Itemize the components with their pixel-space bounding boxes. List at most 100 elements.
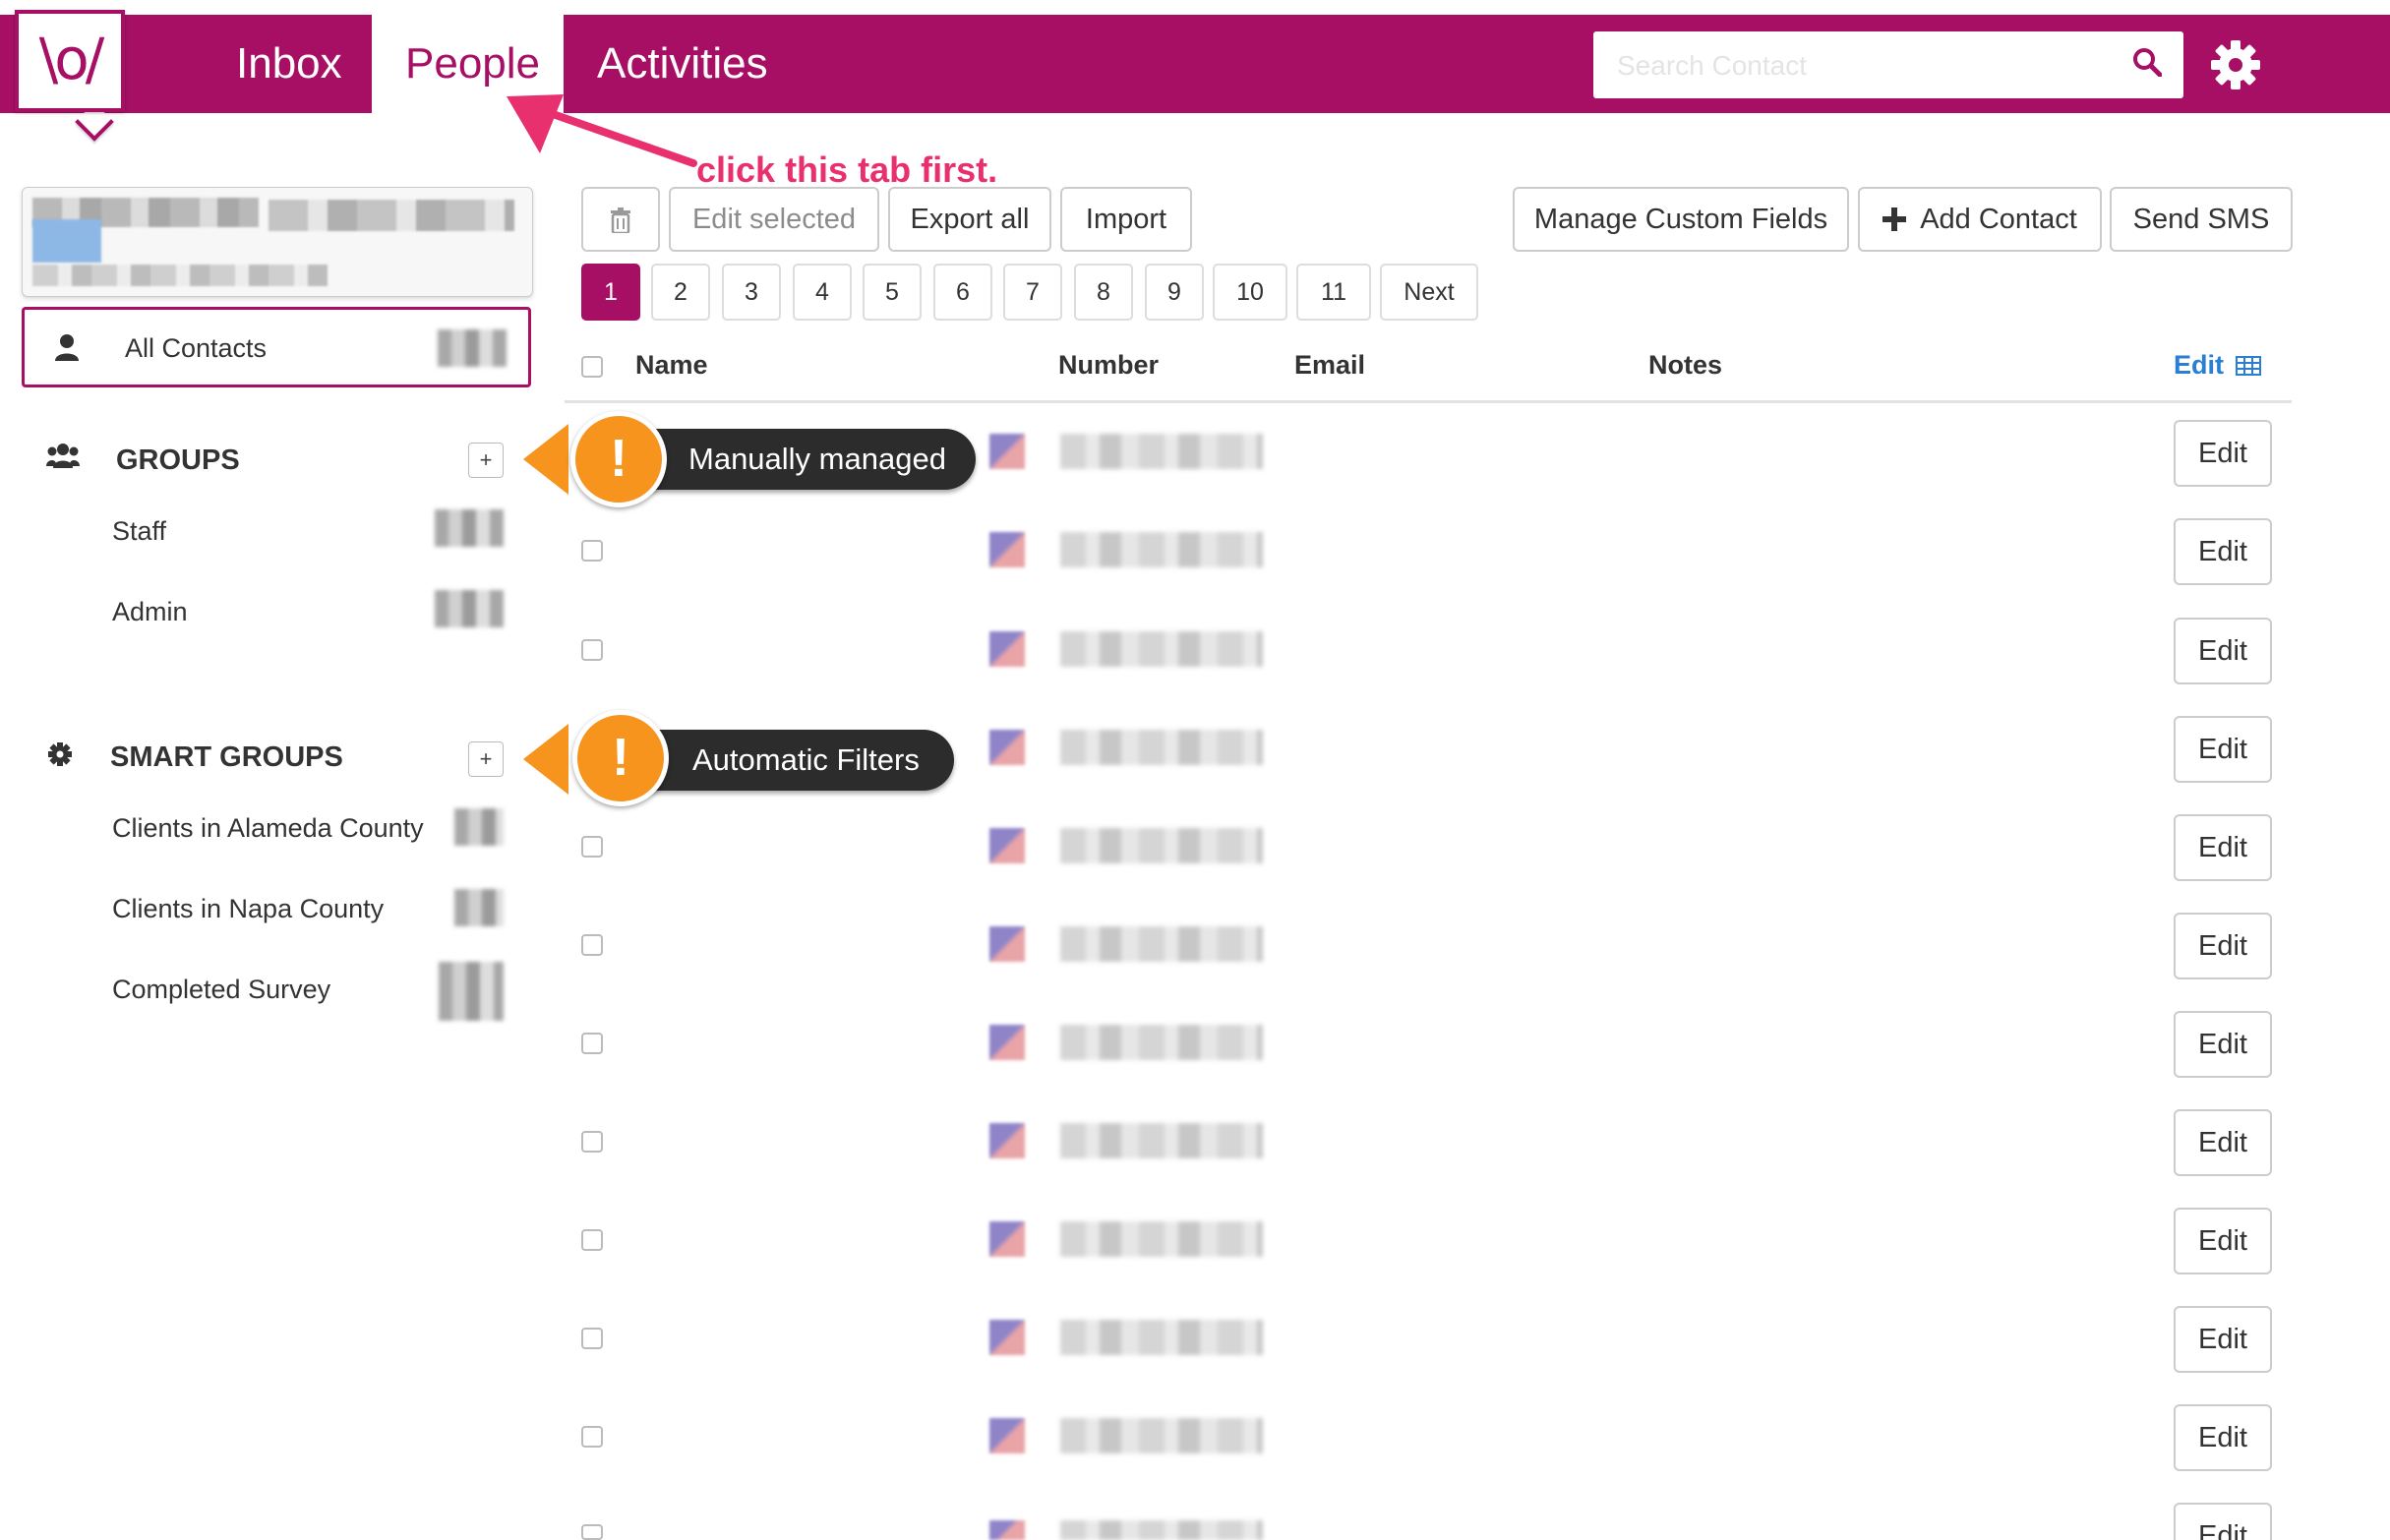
table-grid-icon xyxy=(2235,356,2261,376)
contact-avatar xyxy=(989,730,1025,765)
import-button[interactable]: Import xyxy=(1060,187,1192,252)
delete-button[interactable] xyxy=(581,187,660,252)
row-checkbox[interactable] xyxy=(581,1033,603,1054)
users-icon xyxy=(46,444,80,468)
add-contact-button[interactable]: Add Contact xyxy=(1858,187,2102,252)
add-smart-group-button[interactable]: + xyxy=(468,741,504,777)
annotation-text: click this tab first. xyxy=(696,149,998,190)
group-item-admin[interactable]: Admin xyxy=(112,597,188,627)
smart-group-item[interactable]: Clients in Napa County xyxy=(112,894,384,924)
tab-inbox[interactable]: Inbox xyxy=(236,15,342,113)
row-checkbox[interactable] xyxy=(581,1328,603,1349)
row-edit-button[interactable]: Edit xyxy=(2174,618,2272,684)
row-checkbox[interactable] xyxy=(581,1524,603,1540)
group-item-staff[interactable]: Staff xyxy=(112,516,166,547)
row-edit-button[interactable]: Edit xyxy=(2174,814,2272,881)
contact-number xyxy=(1060,434,1263,469)
page-button[interactable]: 8 xyxy=(1074,264,1133,321)
next-page-button[interactable]: Next xyxy=(1380,264,1478,321)
row-checkbox[interactable] xyxy=(581,1426,603,1448)
contact-number xyxy=(1060,1025,1263,1060)
row-edit-button[interactable]: Edit xyxy=(2174,1306,2272,1373)
edit-columns-label: Edit xyxy=(2174,350,2224,380)
edit-columns-link[interactable]: Edit xyxy=(2174,350,2261,381)
contact-avatar xyxy=(989,1320,1025,1355)
row-edit-button[interactable]: Edit xyxy=(2174,518,2272,585)
contact-number xyxy=(1060,828,1263,863)
trash-icon xyxy=(611,207,630,235)
row-edit-button[interactable]: Edit xyxy=(2174,1503,2272,1540)
smart-groups-heading: SMART GROUPS xyxy=(110,741,343,773)
cog-icon xyxy=(48,742,72,766)
column-header-email[interactable]: Email xyxy=(1294,350,1365,381)
row-edit-button[interactable]: Edit xyxy=(2174,1109,2272,1176)
page-button[interactable]: 5 xyxy=(863,264,922,321)
group-count xyxy=(435,509,504,547)
user-icon xyxy=(55,334,79,361)
row-edit-button[interactable]: Edit xyxy=(2174,1208,2272,1274)
smart-group-item[interactable]: Completed Survey xyxy=(112,975,330,1005)
group-count xyxy=(435,590,504,627)
page-button[interactable]: 9 xyxy=(1145,264,1204,321)
contact-number xyxy=(1060,1418,1263,1453)
search-icon[interactable] xyxy=(2132,47,2162,77)
app-logo[interactable]: \o/ xyxy=(15,10,125,112)
callout-exclamation-icon: ! xyxy=(572,710,669,806)
row-checkbox[interactable] xyxy=(581,540,603,562)
manage-custom-fields-button[interactable]: Manage Custom Fields xyxy=(1513,187,1849,252)
contact-number xyxy=(1060,730,1263,765)
page-button[interactable]: 11 xyxy=(1296,264,1371,321)
add-group-button[interactable]: + xyxy=(468,443,504,478)
export-all-button[interactable]: Export all xyxy=(888,187,1051,252)
callout-exclamation-icon: ! xyxy=(570,411,667,507)
page-button[interactable]: 2 xyxy=(651,264,710,321)
column-header-notes[interactable]: Notes xyxy=(1648,350,1722,381)
row-edit-button[interactable]: Edit xyxy=(2174,716,2272,783)
row-checkbox[interactable] xyxy=(581,934,603,956)
row-edit-button[interactable]: Edit xyxy=(2174,1011,2272,1078)
page-button[interactable]: 1 xyxy=(581,264,640,321)
add-contact-label: Add Contact xyxy=(1920,204,2077,235)
contact-avatar xyxy=(989,434,1025,469)
row-checkbox[interactable] xyxy=(581,639,603,661)
contact-avatar xyxy=(989,828,1025,863)
callout-pointer xyxy=(523,724,568,795)
column-header-name[interactable]: Name xyxy=(635,350,708,381)
column-header-number[interactable]: Number xyxy=(1058,350,1159,381)
row-edit-button[interactable]: Edit xyxy=(2174,913,2272,979)
contact-number xyxy=(1060,631,1263,667)
group-count xyxy=(454,889,504,926)
contact-number xyxy=(1060,1520,1263,1540)
plus-icon xyxy=(1882,207,1907,231)
contact-avatar xyxy=(989,532,1025,567)
row-edit-button[interactable]: Edit xyxy=(2174,420,2272,487)
search-input[interactable] xyxy=(1615,31,2111,100)
all-contacts-label: All Contacts xyxy=(125,333,268,363)
row-edit-button[interactable]: Edit xyxy=(2174,1404,2272,1471)
row-checkbox[interactable] xyxy=(581,836,603,858)
page-button[interactable]: 3 xyxy=(722,264,781,321)
page-button[interactable]: 6 xyxy=(933,264,992,321)
send-sms-button[interactable]: Send SMS xyxy=(2110,187,2293,252)
page-button[interactable]: 4 xyxy=(793,264,852,321)
account-card[interactable] xyxy=(22,187,533,297)
row-checkbox[interactable] xyxy=(581,1131,603,1153)
contact-count xyxy=(438,329,507,367)
edit-selected-button[interactable]: Edit selected xyxy=(669,187,879,252)
contact-number xyxy=(1060,926,1263,962)
all-contacts-item[interactable]: All Contacts xyxy=(22,307,531,387)
page-button[interactable]: 10 xyxy=(1213,264,1287,321)
settings-gear-icon[interactable] xyxy=(2210,39,2261,90)
contact-avatar xyxy=(989,1123,1025,1158)
contact-avatar xyxy=(989,926,1025,962)
contact-number xyxy=(1060,1320,1263,1355)
page-button[interactable]: 7 xyxy=(1003,264,1062,321)
group-count xyxy=(454,808,504,846)
contact-avatar xyxy=(989,1418,1025,1453)
row-checkbox[interactable] xyxy=(581,1229,603,1251)
smart-group-item[interactable]: Clients in Alameda County xyxy=(112,813,424,844)
select-all-checkbox[interactable] xyxy=(581,356,603,378)
search-box[interactable] xyxy=(1593,31,2183,100)
contact-avatar xyxy=(989,1221,1025,1257)
contact-avatar xyxy=(989,631,1025,667)
